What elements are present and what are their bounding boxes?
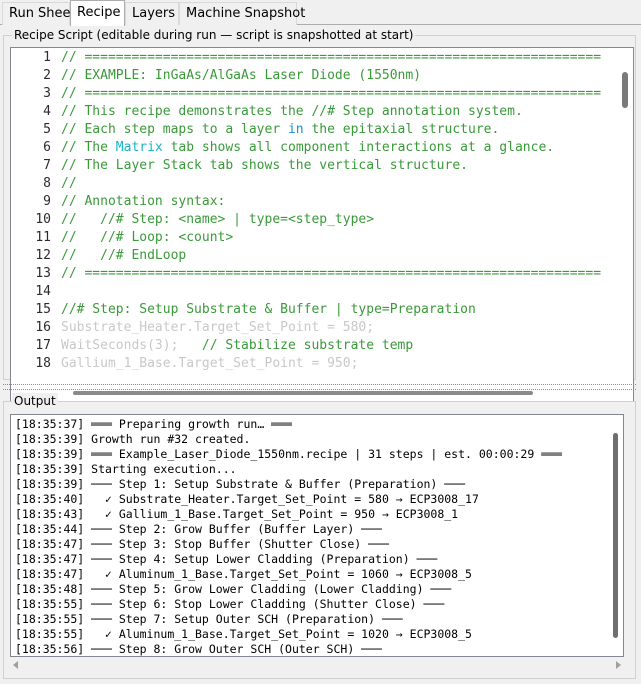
- line-number: 9: [43, 194, 51, 209]
- code-line[interactable]: // //# Step: <name> | type=<step_type>: [61, 211, 374, 229]
- output-line: [18:35:40] ✓ Substrate_Heater.Target_Set…: [15, 492, 479, 506]
- code-token: the epitaxial structure.: [303, 122, 500, 137]
- line-number: 12: [35, 248, 51, 263]
- code-token: in: [287, 122, 304, 137]
- code-token: WaitSeconds(3);: [61, 338, 179, 353]
- code-line[interactable]: // =====================================…: [61, 49, 601, 67]
- code-token: // //# EndLoop: [61, 248, 187, 263]
- scroll-left-arrow-icon[interactable]: [13, 661, 18, 669]
- code-token: // =====================================…: [61, 86, 602, 101]
- line-number: 11: [35, 230, 51, 245]
- code-token: Matrix: [115, 140, 163, 155]
- line-number: 16: [35, 320, 51, 335]
- output-line: [18:35:43] ✓ Gallium_1_Base.Target_Set_P…: [15, 507, 459, 521]
- code-line[interactable]: //# Step: Setup Substrate & Buffer | typ…: [61, 301, 476, 319]
- tab-machine-snapshot[interactable]: Machine Snapshot: [179, 2, 305, 25]
- editor-vertical-scrollbar[interactable]: [616, 48, 633, 401]
- code-line[interactable]: Substrate_Heater.Target_Set_Point = 580;: [61, 319, 374, 337]
- scroll-right-arrow-icon[interactable]: [616, 661, 621, 669]
- output-line: [18:35:48] ─── Step 5: Grow Lower Claddi…: [15, 582, 452, 596]
- output-line: [18:35:37] ═══ Preparing growth run… ═══: [15, 417, 292, 431]
- code-line[interactable]: // This recipe demonstrates the //# Step…: [61, 103, 523, 121]
- code-token: // Each step maps to a layer: [61, 122, 288, 137]
- line-number: 3: [43, 86, 51, 101]
- line-number: 6: [43, 140, 51, 155]
- line-number: 8: [43, 176, 51, 191]
- code-token: tab shows all component interactions at …: [162, 140, 555, 155]
- line-number-gutter: 1 2 3 4 5 6 7 8 9 10 11 12 13 14 15 16 17 18: [11, 48, 55, 401]
- output-vertical-scrollbar[interactable]: [606, 415, 623, 656]
- recipe-script-editor[interactable]: 1 2 3 4 5 6 7 8 9 10 11 12 13 14 15 16 17 18 // =========…: [10, 47, 634, 402]
- code-token: Substrate_Heater.Target_Set_Point = 580;: [61, 320, 375, 335]
- tab-run-sheet[interactable]: Run Sheet: [2, 2, 76, 25]
- line-number: 7: [43, 158, 51, 173]
- panel-splitter[interactable]: [3, 384, 636, 390]
- code-line[interactable]: //: [61, 175, 77, 193]
- editor-horizontal-scroll-thumb[interactable]: [73, 391, 533, 395]
- output-line: [18:35:47] ─── Step 4: Setup Lower Cladd…: [15, 552, 438, 566]
- output-line: [18:35:55] ─── Step 7: Setup Outer SCH (…: [15, 612, 403, 626]
- code-token: // The: [61, 140, 116, 155]
- code-line[interactable]: // The Matrix tab shows all component in…: [61, 139, 554, 157]
- recipe-script-title: Recipe Script (editable during run — scr…: [12, 27, 416, 43]
- output-vertical-scroll-thumb[interactable]: [613, 433, 618, 638]
- output-line: [18:35:55] ✓ Aluminum_1_Base.Target_Set_…: [15, 627, 472, 641]
- output-title: Output: [12, 393, 58, 409]
- line-number: 13: [35, 266, 51, 281]
- line-number: 10: [35, 212, 51, 227]
- code-line[interactable]: Gallium_1_Base.Target_Set_Point = 950;: [61, 355, 358, 373]
- line-number: 1: [43, 50, 51, 65]
- code-token: // =====================================…: [61, 50, 602, 65]
- code-token: // //# Step: <name> | type=<step_type>: [61, 212, 375, 227]
- code-line[interactable]: // //# Loop: <count>: [61, 229, 233, 247]
- code-token: // //# Loop: <count>: [61, 230, 234, 245]
- code-token: Gallium_1_Base.Target_Set_Point = 950;: [61, 356, 359, 371]
- output-horizontal-scrollbar[interactable]: [10, 657, 624, 674]
- output-line: [18:35:44] ─── Step 2: Grow Buffer (Buff…: [15, 522, 382, 536]
- output-line: [18:35:56] ─── Step 8: Grow Outer SCH (O…: [15, 642, 382, 656]
- code-token: // This recipe demonstrates the //# Step…: [61, 104, 523, 119]
- output-line: [18:35:39] ─── Step 1: Setup Substrate &…: [15, 477, 466, 491]
- code-line[interactable]: // //# EndLoop: [61, 247, 186, 265]
- code-line[interactable]: // =====================================…: [61, 85, 601, 103]
- output-line: [18:35:47] ─── Step 3: Stop Buffer (Shut…: [15, 537, 389, 551]
- code-line[interactable]: // The Layer Stack tab shows the vertica…: [61, 157, 468, 175]
- output-line: [18:35:39] ═══ Example_Laser_Diode_1550n…: [15, 447, 562, 461]
- line-number: 4: [43, 104, 51, 119]
- output-line: [18:35:39] Growth run #32 created.: [15, 432, 251, 446]
- code-line[interactable]: // Annotation syntax:: [61, 193, 225, 211]
- recipe-panel: Recipe Script (editable during run — scr…: [0, 25, 641, 684]
- code-line[interactable]: // Each step maps to a layer in the epit…: [61, 121, 499, 139]
- line-number: 18: [35, 356, 51, 371]
- code-area[interactable]: // =====================================…: [61, 48, 616, 401]
- line-number: 15: [35, 302, 51, 317]
- output-log[interactable]: [18:35:37] ═══ Preparing growth run… ═══…: [10, 414, 624, 657]
- line-number: 14: [35, 284, 51, 299]
- output-line: [18:35:55] ─── Step 6: Stop Lower Claddi…: [15, 597, 445, 611]
- output-line: [18:35:47] ✓ Aluminum_1_Base.Target_Set_…: [15, 567, 472, 581]
- line-number: 17: [35, 338, 51, 353]
- code-token: // Annotation syntax:: [61, 194, 226, 209]
- code-line[interactable]: // EXAMPLE: InGaAs/AlGaAs Laser Diode (1…: [61, 67, 421, 85]
- code-token: // =====================================…: [61, 266, 602, 281]
- code-line[interactable]: WaitSeconds(3); // Stabilize substrate t…: [61, 337, 413, 355]
- output-line: [18:35:39] Starting execution...: [15, 462, 237, 476]
- code-line[interactable]: // =====================================…: [61, 265, 601, 283]
- line-number: 2: [43, 68, 51, 83]
- code-token: // Stabilize substrate temp: [178, 338, 414, 353]
- code-token: //# Step: Setup Substrate & Buffer | typ…: [61, 302, 476, 317]
- line-number: 5: [43, 122, 51, 137]
- code-token: // The Layer Stack tab shows the vertica…: [61, 158, 468, 173]
- tab-bar: Run Sheet Recipe Layers Machine Snapshot: [0, 0, 641, 26]
- editor-vertical-scroll-thumb[interactable]: [622, 72, 628, 108]
- code-token: // EXAMPLE: InGaAs/AlGaAs Laser Diode (1…: [61, 68, 422, 83]
- tab-layers[interactable]: Layers: [125, 2, 179, 25]
- code-token: //: [61, 176, 77, 191]
- tab-recipe[interactable]: Recipe: [70, 0, 125, 26]
